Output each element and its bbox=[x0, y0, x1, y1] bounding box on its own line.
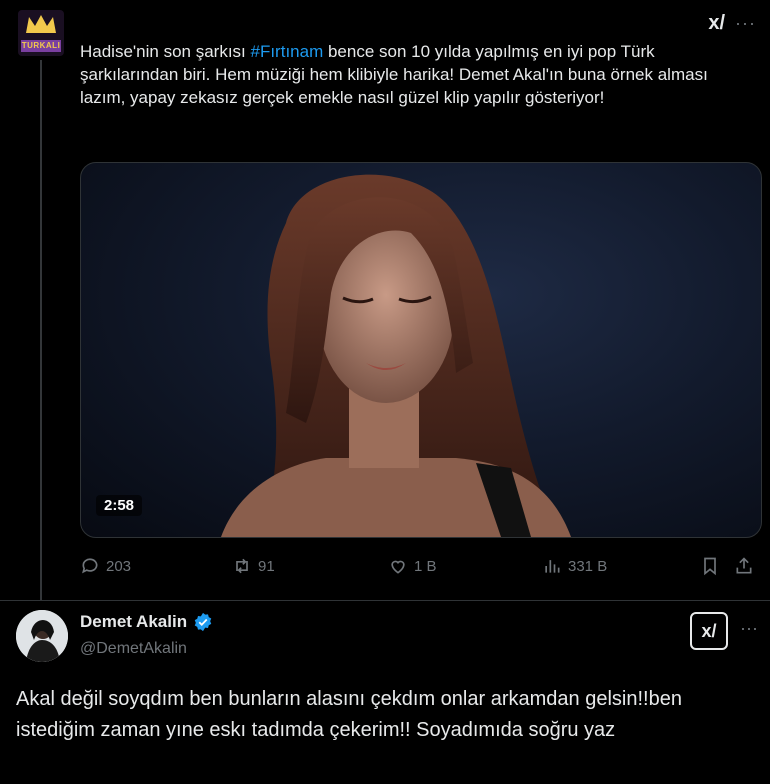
repost-icon bbox=[236, 558, 248, 574]
video-thumbnail bbox=[221, 174, 571, 537]
user-handle[interactable]: @DemetAkalin bbox=[80, 640, 187, 658]
like-count: 1 B bbox=[414, 557, 437, 575]
crown-icon bbox=[26, 15, 56, 33]
display-name[interactable]: Demet Akalin bbox=[80, 612, 213, 632]
share-icon bbox=[736, 557, 752, 574]
video-duration: 2:58 bbox=[96, 495, 143, 516]
bookmark-icon bbox=[704, 557, 716, 576]
like-button[interactable]: 1 B bbox=[388, 556, 437, 576]
repost-button[interactable]: 91 bbox=[232, 556, 275, 576]
repost-count: 91 bbox=[258, 557, 275, 575]
like-icon bbox=[391, 560, 405, 574]
views-count: 331 B bbox=[568, 557, 608, 575]
tweet1-text: Hadise'nin son şarkısı #Fırtınam bence s… bbox=[80, 40, 740, 109]
avatar-demet-akalin[interactable] bbox=[16, 610, 68, 662]
thread-line bbox=[40, 60, 42, 600]
hashtag-link[interactable]: #Fırtınam bbox=[251, 42, 324, 61]
x-logo-icon[interactable]: x/ bbox=[690, 612, 728, 650]
share-button[interactable] bbox=[734, 556, 754, 576]
more-icon[interactable]: ··· bbox=[735, 12, 756, 34]
views-button[interactable]: 331 B bbox=[542, 556, 607, 576]
reply-button[interactable]: 203 bbox=[80, 556, 131, 576]
avatar-tag: TURKALI bbox=[21, 40, 61, 52]
tweet1-action-bar: 203 91 1 B 331 B bbox=[80, 556, 760, 582]
tweet2-text: Akal değil soyqdım ben bunların alasını … bbox=[16, 688, 682, 741]
reply-icon bbox=[82, 558, 98, 574]
tweet-divider bbox=[0, 600, 770, 601]
avatar-turkali[interactable]: TURKALI bbox=[18, 10, 64, 56]
bookmark-button[interactable] bbox=[700, 556, 720, 576]
video-player[interactable] bbox=[80, 162, 762, 538]
avatar-photo bbox=[16, 610, 68, 662]
display-name-text: Demet Akalin bbox=[80, 612, 188, 631]
tweet1-text-before: Hadise'nin son şarkısı bbox=[80, 42, 251, 61]
grok-icon[interactable]: x/ bbox=[708, 12, 725, 34]
tweet1-top-actions: x/ ··· bbox=[708, 12, 756, 34]
verified-icon bbox=[194, 612, 212, 632]
reply-count: 203 bbox=[106, 557, 132, 575]
more-icon-2[interactable]: ··· bbox=[740, 618, 758, 639]
views-icon bbox=[545, 560, 560, 573]
